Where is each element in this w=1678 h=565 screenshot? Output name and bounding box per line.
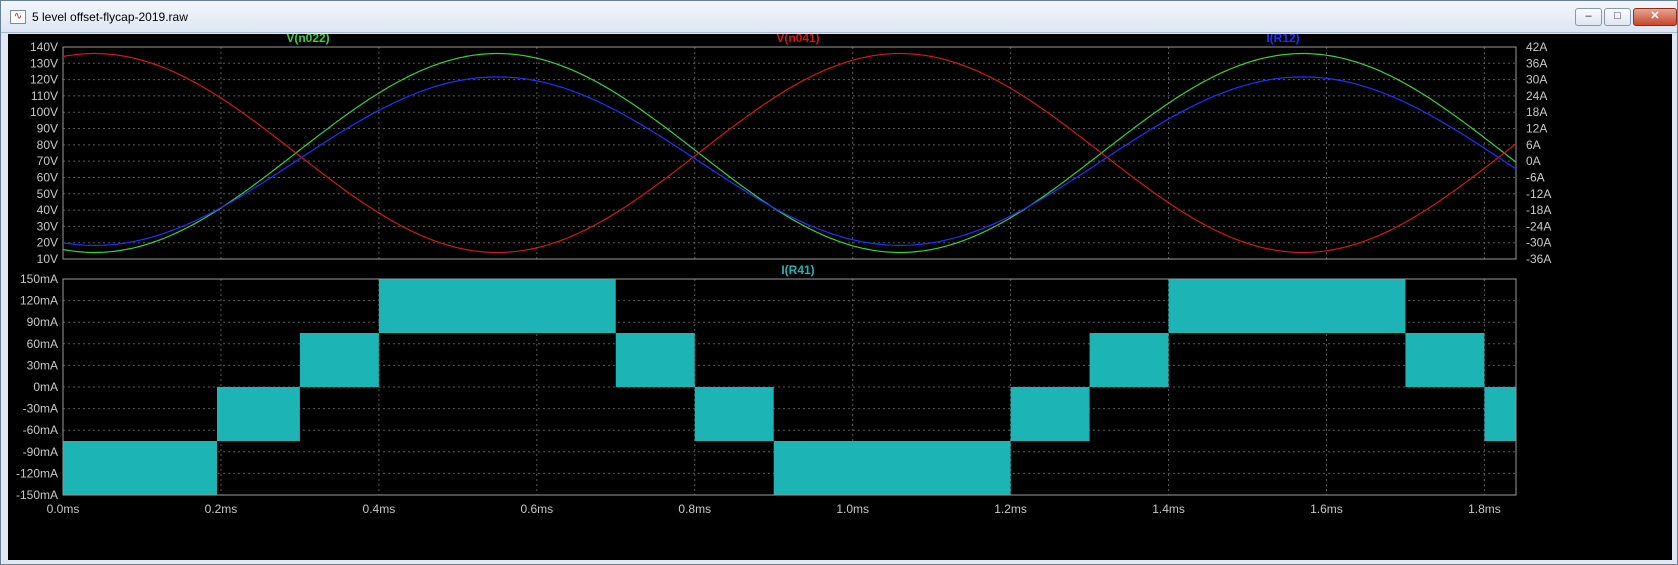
top-right-tick-label: 6A xyxy=(1526,138,1541,152)
x-tick-label: 0.4ms xyxy=(363,502,396,516)
x-tick-label: 0.0ms xyxy=(47,502,80,516)
top-left-tick-label: 30V xyxy=(37,219,58,233)
legend-ir12: I(R12) xyxy=(1266,34,1299,45)
close-button[interactable]: ✕ xyxy=(1633,8,1677,26)
waveform-plot-svg[interactable]: 10V 20V 30V 40V 50V 60V 70V 80V 90V 100V 110V 120V 1… xyxy=(8,31,1672,560)
current-band xyxy=(1405,333,1485,387)
top-right-tick-label: -36A xyxy=(1526,252,1551,266)
legend-ir41: I(R41) xyxy=(781,263,814,277)
current-band xyxy=(378,279,616,333)
current-band xyxy=(1089,333,1169,387)
x-tick-label: 1.8ms xyxy=(1468,502,1501,516)
top-right-tick-label: 18A xyxy=(1526,105,1547,119)
top-right-tick-label: 30A xyxy=(1526,73,1547,87)
bottom-pane[interactable]: -150mA -120mA -90mA -60mA -30mA 0mA 30mA 60mA 90… xyxy=(16,263,1517,516)
bottom-left-tick-label: -60mA xyxy=(23,423,58,437)
x-tick-label: 0.6ms xyxy=(520,502,553,516)
bottom-left-tick-label: 150mA xyxy=(20,272,58,286)
trace-vn022 xyxy=(62,52,1517,254)
bottom-left-tick-label: 120mA xyxy=(20,294,58,308)
top-right-tick-label: -6A xyxy=(1526,170,1545,184)
top-right-tick-label: 42A xyxy=(1526,40,1547,54)
top-right-tick-label: -24A xyxy=(1526,219,1551,233)
top-right-tick-label: 24A xyxy=(1526,89,1547,103)
current-band xyxy=(773,441,1011,495)
x-tick-label: 1.6ms xyxy=(1310,502,1343,516)
minimize-button[interactable]: – xyxy=(1575,8,1602,26)
bottom-left-tick-label: 60mA xyxy=(27,337,58,351)
top-left-tick-label: 90V xyxy=(37,122,58,136)
top-left-tick-label: 120V xyxy=(30,73,58,87)
bottom-left-tick-label: -120mA xyxy=(16,466,58,480)
x-tick-label: 0.8ms xyxy=(678,502,711,516)
window-title: 5 level offset-flycap-2019.raw xyxy=(32,10,188,24)
x-tick-label: 0.2ms xyxy=(205,502,238,516)
top-left-tick-label: 70V xyxy=(37,154,58,168)
top-left-tick-label: 110V xyxy=(31,89,58,103)
x-tick-label: 1.2ms xyxy=(994,502,1027,516)
current-band xyxy=(1484,387,1516,441)
bottom-left-tick-label: -90mA xyxy=(23,445,58,459)
maximize-button[interactable]: □ xyxy=(1604,8,1631,26)
top-pane[interactable]: 10V 20V 30V 40V 50V 60V 70V 80V 90V 100V 110V 120V 1… xyxy=(30,31,1551,266)
bottom-left-tick-label: 90mA xyxy=(27,315,58,329)
top-right-tick-label: -18A xyxy=(1526,203,1551,217)
top-left-tick-label: 50V xyxy=(37,187,58,201)
top-left-tick-label: 40V xyxy=(37,203,58,217)
current-band xyxy=(63,441,217,495)
plot-area[interactable]: 10V 20V 30V 40V 50V 60V 70V 80V 90V 100V 110V 120V 1… xyxy=(8,31,1672,560)
x-tick-label: 1.4ms xyxy=(1152,502,1185,516)
top-pane-frame xyxy=(62,46,1517,260)
current-band xyxy=(216,387,300,441)
trace-vn041 xyxy=(62,52,1517,254)
top-right-tick-label: -12A xyxy=(1526,187,1551,201)
top-left-tick-label: 140V xyxy=(30,40,58,54)
legend-vn022: V(n022) xyxy=(286,34,329,45)
top-left-tick-label: 20V xyxy=(37,236,58,250)
bottom-left-tick-label: -150mA xyxy=(16,488,58,502)
top-right-tick-label: 0A xyxy=(1526,154,1541,168)
current-band xyxy=(1168,279,1406,333)
top-right-tick-label: -30A xyxy=(1526,236,1551,250)
top-right-tick-label: 12A xyxy=(1526,122,1547,136)
top-left-tick-label: 100V xyxy=(30,105,58,119)
waveform-icon[interactable]: ∿ xyxy=(10,10,26,24)
current-band xyxy=(694,387,774,441)
title-bar[interactable]: ∿ 5 level offset-flycap-2019.raw – □ ✕ xyxy=(1,1,1677,33)
bottom-left-tick-label: 30mA xyxy=(27,358,58,372)
top-left-tick-label: 130V xyxy=(30,56,58,70)
bottom-left-tick-label: 0mA xyxy=(33,380,58,394)
top-right-tick-label: 36A xyxy=(1526,56,1547,70)
top-left-tick-label: 10V xyxy=(37,252,58,266)
current-band xyxy=(299,333,379,387)
current-band xyxy=(1010,387,1090,441)
top-left-tick-label: 60V xyxy=(37,170,58,184)
bottom-left-tick-label: -30mA xyxy=(23,402,58,416)
legend-vn041: V(n041) xyxy=(776,34,819,45)
waveform-viewer-window: ∿ 5 level offset-flycap-2019.raw – □ ✕ 1… xyxy=(0,0,1678,565)
current-band xyxy=(615,333,695,387)
top-left-tick-label: 80V xyxy=(37,138,58,152)
x-tick-label: 1.0ms xyxy=(836,502,869,516)
